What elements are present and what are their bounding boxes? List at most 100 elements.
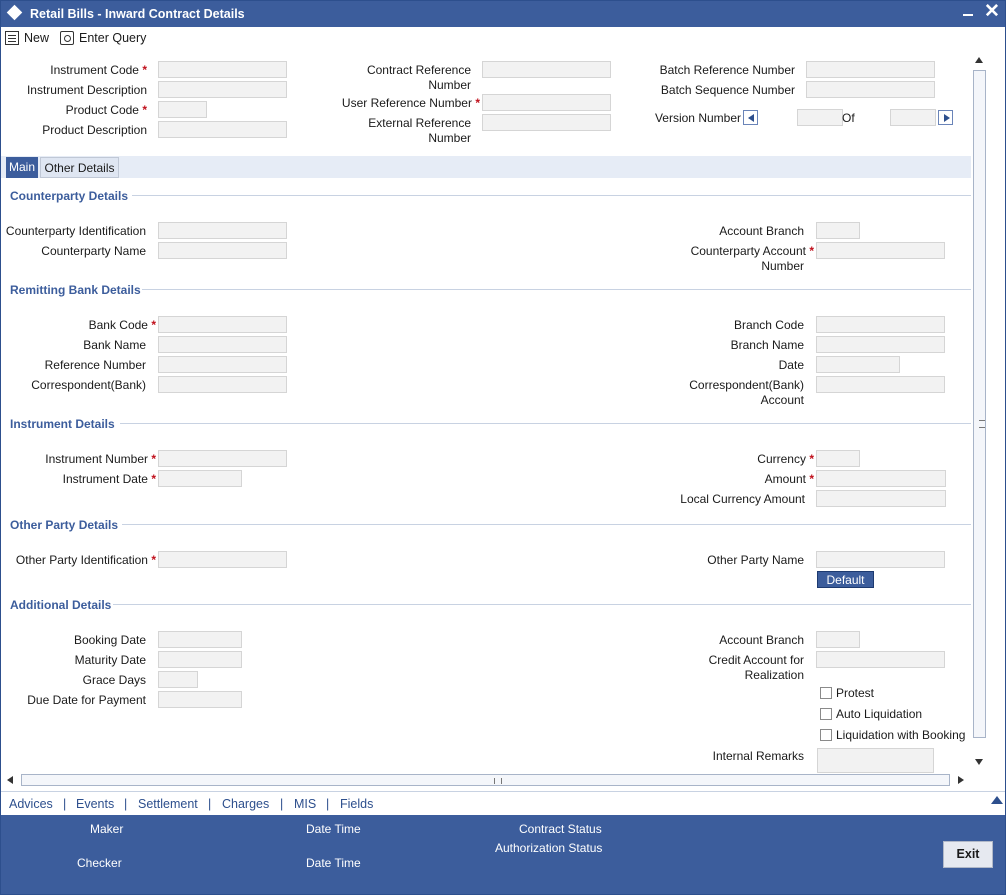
scroll-up-icon[interactable] bbox=[975, 57, 983, 63]
correspondent-account-field[interactable] bbox=[816, 376, 945, 393]
instrument-description-label: Instrument Description bbox=[26, 83, 147, 97]
horizontal-grip-icon bbox=[494, 778, 502, 784]
counterparty-section-title: Counterparty Details bbox=[10, 189, 129, 203]
other-party-name-field[interactable] bbox=[816, 551, 945, 568]
amount-field[interactable] bbox=[816, 470, 946, 487]
horizontal-scrollbar[interactable] bbox=[1, 773, 971, 788]
contract-reference-field[interactable] bbox=[482, 61, 611, 78]
currency-field[interactable] bbox=[816, 450, 860, 467]
new-document-icon bbox=[5, 31, 19, 45]
default-button[interactable]: Default bbox=[817, 571, 874, 588]
liquidation-with-booking-checkbox[interactable] bbox=[820, 729, 832, 741]
branch-name-label: Branch Name bbox=[730, 338, 804, 352]
date-field[interactable] bbox=[816, 356, 900, 373]
internal-remarks-label: Internal Remarks bbox=[712, 749, 804, 763]
bank-name-field[interactable] bbox=[158, 336, 287, 353]
exit-button[interactable]: Exit bbox=[943, 841, 993, 868]
counterparty-identification-field[interactable] bbox=[158, 222, 287, 239]
tab-other-details[interactable]: Other Details bbox=[40, 157, 119, 178]
nav-separator: | bbox=[124, 797, 128, 811]
nav-events[interactable]: Events bbox=[76, 797, 114, 811]
instrument-code-label: Instrument Code * bbox=[50, 63, 147, 77]
credit-account-field[interactable] bbox=[816, 651, 945, 668]
product-description-field[interactable] bbox=[158, 121, 287, 138]
remitting-divider bbox=[142, 289, 971, 290]
internal-remarks-field[interactable] bbox=[817, 748, 934, 773]
batch-reference-field[interactable] bbox=[806, 61, 935, 78]
nav-advices[interactable]: Advices bbox=[9, 797, 53, 811]
branch-name-field[interactable] bbox=[816, 336, 945, 353]
batch-sequence-field[interactable] bbox=[806, 81, 935, 98]
instrument-code-field[interactable] bbox=[158, 61, 287, 78]
credit-account-label: Credit Account for Realization bbox=[708, 653, 804, 682]
auto-liquidation-checkbox[interactable] bbox=[820, 708, 832, 720]
instrument-date-label: Instrument Date * bbox=[62, 472, 156, 486]
scroll-down-icon[interactable] bbox=[975, 759, 983, 765]
vertical-grip-icon bbox=[979, 420, 985, 428]
maturity-date-field[interactable] bbox=[158, 651, 242, 668]
correspondent-bank-field[interactable] bbox=[158, 376, 287, 393]
horizontal-scroll-thumb[interactable] bbox=[21, 774, 950, 786]
branch-code-field[interactable] bbox=[816, 316, 945, 333]
version-current-field[interactable] bbox=[797, 109, 843, 126]
version-number-label: Version Number bbox=[654, 111, 741, 125]
enter-query-button[interactable]: Enter Query bbox=[60, 29, 146, 47]
of-label: Of bbox=[842, 111, 855, 125]
minimize-icon[interactable] bbox=[963, 14, 973, 16]
amount-label: Amount * bbox=[764, 472, 814, 486]
form-content: Instrument Code * Instrument Description… bbox=[1, 51, 971, 773]
due-date-field[interactable] bbox=[158, 691, 242, 708]
remitting-section-title: Remitting Bank Details bbox=[10, 283, 141, 297]
external-reference-field[interactable] bbox=[482, 114, 611, 131]
vertical-scrollbar[interactable] bbox=[971, 51, 987, 773]
nav-fields[interactable]: Fields bbox=[340, 797, 373, 811]
instrument-number-label: Instrument Number * bbox=[45, 452, 156, 466]
nav-charges[interactable]: Charges bbox=[222, 797, 269, 811]
instrument-date-field[interactable] bbox=[158, 470, 242, 487]
correspondent-bank-label: Correspondent(Bank) bbox=[31, 378, 146, 392]
protest-checkbox[interactable] bbox=[820, 687, 832, 699]
instrument-description-field[interactable] bbox=[158, 81, 287, 98]
close-icon[interactable]: ✕ bbox=[984, 2, 1000, 22]
product-code-field[interactable] bbox=[158, 101, 207, 118]
account-branch-field[interactable] bbox=[816, 222, 860, 239]
grace-days-field[interactable] bbox=[158, 671, 198, 688]
other-party-identification-label: Other Party Identification * bbox=[15, 553, 156, 567]
version-total-field[interactable] bbox=[890, 109, 936, 126]
next-version-icon[interactable] bbox=[938, 110, 953, 125]
vertical-scroll-thumb[interactable] bbox=[973, 70, 986, 738]
reference-number-field[interactable] bbox=[158, 356, 287, 373]
retail-bills-window: Retail Bills - Inward Contract Details ✕… bbox=[0, 0, 1006, 895]
local-currency-amount-field[interactable] bbox=[816, 490, 946, 507]
counterparty-name-field[interactable] bbox=[158, 242, 287, 259]
expand-up-icon[interactable] bbox=[991, 796, 1003, 804]
bank-code-field[interactable] bbox=[158, 316, 287, 333]
maker-label: Maker bbox=[90, 822, 124, 836]
authorization-status-label: Authorization Status bbox=[495, 841, 603, 855]
booking-date-field[interactable] bbox=[158, 631, 242, 648]
additional-divider bbox=[113, 604, 971, 605]
new-button[interactable]: New bbox=[5, 29, 49, 47]
previous-version-icon[interactable] bbox=[743, 110, 758, 125]
other-party-name-label: Other Party Name bbox=[707, 553, 804, 567]
tab-main[interactable]: Main bbox=[6, 157, 38, 178]
scroll-right-icon[interactable] bbox=[958, 776, 964, 784]
grace-days-label: Grace Days bbox=[82, 673, 146, 687]
instrument-number-field[interactable] bbox=[158, 450, 287, 467]
batch-reference-label: Batch Reference Number bbox=[659, 63, 795, 77]
nav-settlement[interactable]: Settlement bbox=[138, 797, 198, 811]
booking-date-label: Booking Date bbox=[73, 633, 146, 647]
nav-mis[interactable]: MIS bbox=[294, 797, 316, 811]
batch-sequence-label: Batch Sequence Number bbox=[660, 83, 795, 97]
counterparty-account-field[interactable] bbox=[816, 242, 945, 259]
user-reference-field[interactable] bbox=[482, 94, 611, 111]
bank-name-label: Bank Name bbox=[83, 338, 146, 352]
instrument-divider bbox=[120, 423, 971, 424]
other-party-identification-field[interactable] bbox=[158, 551, 287, 568]
additional-account-branch-field[interactable] bbox=[816, 631, 860, 648]
due-date-label: Due Date for Payment bbox=[27, 693, 146, 707]
scroll-left-icon[interactable] bbox=[7, 776, 13, 784]
new-label: New bbox=[24, 31, 50, 45]
maturity-date-label: Maturity Date bbox=[74, 653, 146, 667]
product-description-label: Product Description bbox=[42, 123, 147, 137]
